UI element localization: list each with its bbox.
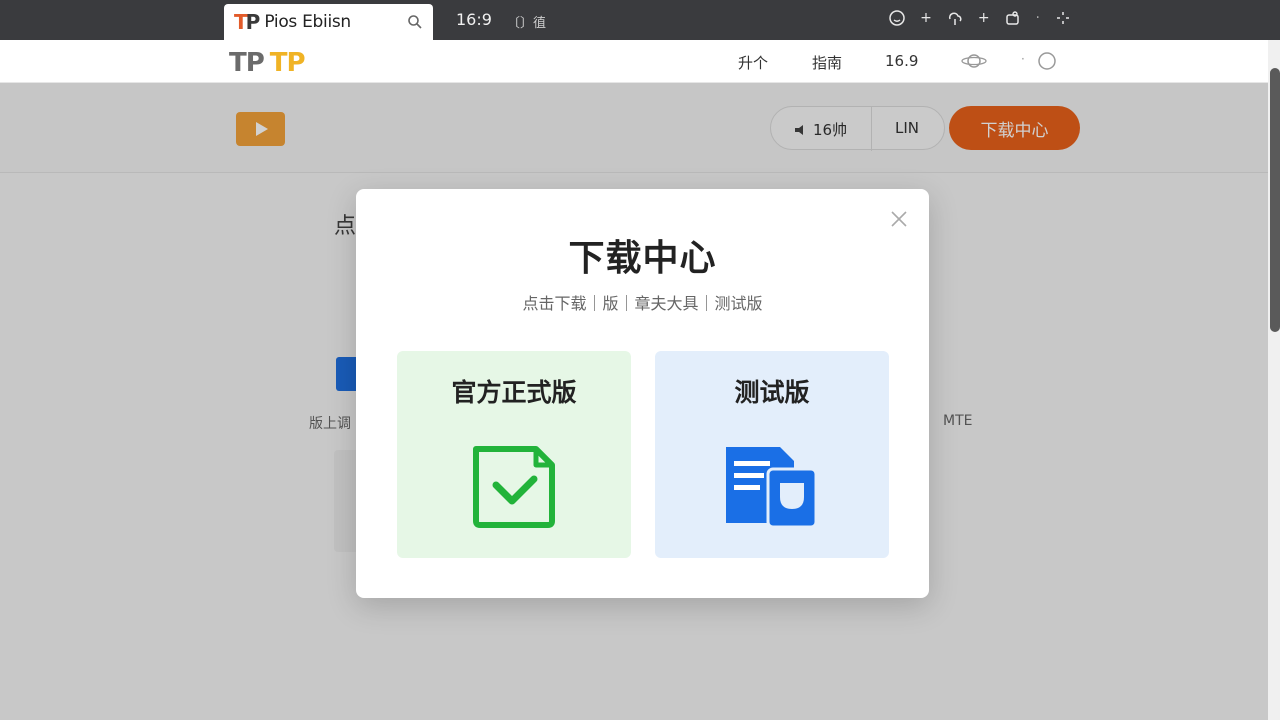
browser-toolbar-icons: + + ·: [888, 9, 1072, 27]
smiley-icon[interactable]: [888, 9, 906, 27]
aspect-ratio-label[interactable]: 16:9: [456, 10, 492, 29]
circle-icon[interactable]: [1037, 51, 1057, 71]
nav-item-guide[interactable]: 指南: [812, 52, 842, 73]
modal-title: 下载中心: [568, 238, 717, 279]
official-version-card[interactable]: 官方正式版: [397, 351, 631, 558]
extension-icon[interactable]: [1004, 9, 1022, 27]
scrollbar-thumb[interactable]: [1270, 68, 1280, 332]
beta-files-icon: [726, 447, 818, 529]
move-icon[interactable]: [1054, 9, 1072, 27]
official-version-title: 官方正式版: [451, 378, 577, 407]
browser-chrome: TP Pios Ebiisn 16:9 〔〕徝 + + ·: [0, 0, 1280, 40]
beta-version-card[interactable]: 测试版: [655, 351, 889, 558]
tab-title: Pios Ebiisn: [264, 12, 351, 32]
dot-icon: ·: [1021, 52, 1025, 66]
close-icon[interactable]: [889, 209, 909, 229]
download-center-modal: 下载中心 点击下载｜版｜章夫大具｜测试版 官方正式版 测试版: [356, 189, 929, 598]
site-logo[interactable]: TP TP: [229, 48, 306, 78]
nav-item-upgrade[interactable]: 升个: [738, 52, 768, 73]
search-icon[interactable]: [407, 14, 423, 30]
site-favicon: TP: [234, 10, 260, 34]
nav-item-version[interactable]: 16.9: [885, 52, 918, 70]
browser-tab[interactable]: TP Pios Ebiisn: [224, 4, 433, 40]
check-document-icon: [473, 446, 555, 528]
site-header: TP TP 升个 指南 16.9 ·: [0, 40, 1268, 83]
cloud-user-icon[interactable]: [946, 9, 964, 27]
toolbar-extra-label[interactable]: 〔〕徝: [507, 12, 546, 31]
plus-icon[interactable]: +: [920, 10, 932, 26]
dot-separator-icon: ·: [1035, 10, 1040, 26]
beta-version-title: 测试版: [734, 378, 810, 407]
plus-icon[interactable]: +: [978, 10, 990, 26]
modal-subtitle: 点击下载｜版｜章夫大具｜测试版: [522, 294, 763, 313]
planet-icon[interactable]: [960, 51, 988, 71]
